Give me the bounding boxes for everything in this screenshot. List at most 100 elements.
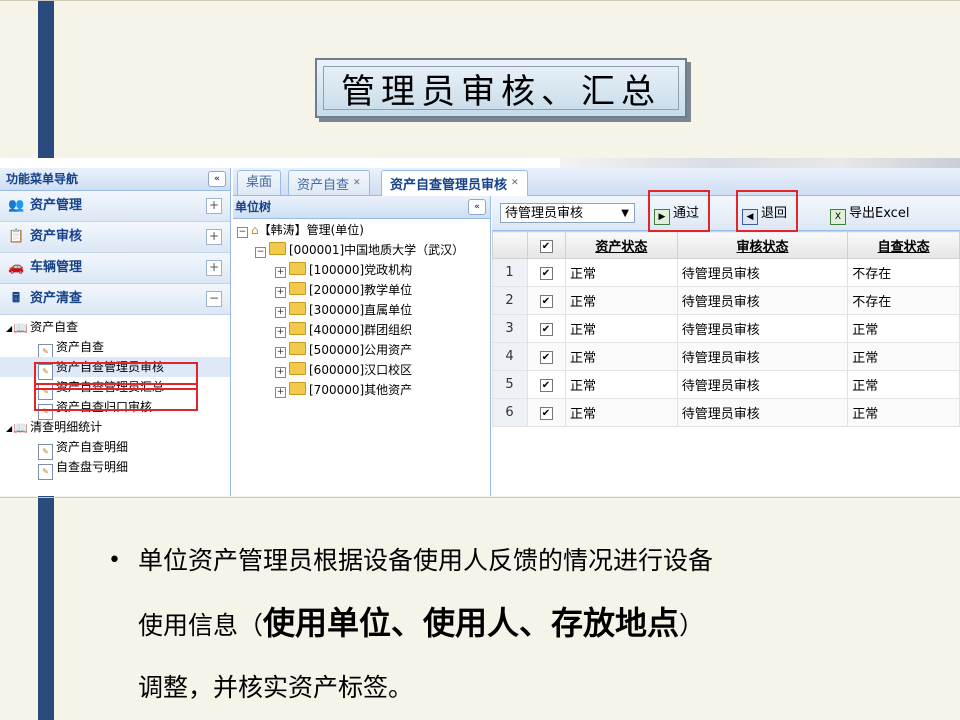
row-number: 6: [492, 398, 528, 427]
unit-label: [400000]群团组织: [309, 323, 413, 337]
col-asset-status[interactable]: 资产状态: [565, 231, 678, 259]
unit-node[interactable]: + [400000]群团组织: [233, 320, 490, 340]
slide-title-box: 管理员审核、汇总: [315, 58, 687, 118]
export-label: 导出Excel: [849, 206, 910, 221]
expand-icon[interactable]: +: [206, 198, 222, 214]
checkbox-checked-icon[interactable]: ✔: [539, 379, 553, 392]
row-checkbox[interactable]: ✔: [527, 258, 566, 287]
book-icon: 📖: [13, 421, 29, 435]
checkbox-checked-icon[interactable]: ✔: [539, 295, 553, 308]
checkbox-checked-icon[interactable]: ✔: [539, 267, 553, 280]
table-row[interactable]: 5 ✔ 正常 待管理员审核 正常: [492, 370, 960, 399]
car-icon: 🚗: [8, 260, 25, 275]
table-row[interactable]: 1 ✔ 正常 待管理员审核 不存在: [492, 258, 960, 287]
slide-divider-top: [0, 0, 960, 1]
checkbox-checked-icon[interactable]: ✔: [539, 239, 553, 253]
table-row[interactable]: 6 ✔ 正常 待管理员审核 正常: [492, 398, 960, 427]
folder-icon: [289, 322, 306, 335]
nav-collapse-button[interactable]: «: [208, 171, 226, 187]
bullet-text-post: ）: [679, 611, 705, 640]
checkbox-checked-icon[interactable]: ✔: [539, 407, 553, 420]
unit-node[interactable]: + [100000]党政机构: [233, 260, 490, 280]
row-number: 4: [492, 342, 528, 371]
tree-item-detail[interactable]: ✎ 资产自查明细: [0, 437, 230, 460]
nav-section-label: 资产审核: [30, 229, 83, 244]
unit-node[interactable]: + [200000]教学单位: [233, 280, 490, 300]
cell-asset-status: 正常: [565, 370, 678, 399]
unit-node[interactable]: + [700000]其他资产: [233, 380, 490, 400]
tab-self-check[interactable]: 资产自查 ✕: [288, 170, 370, 195]
tree-folder-statistics[interactable]: ◢📖 清查明细统计: [0, 417, 230, 437]
bullet-emphasis: 使用单位、使用人、存放地点: [263, 604, 680, 642]
unit-tree-collapse-button[interactable]: «: [468, 199, 486, 215]
expand-icon[interactable]: +: [206, 229, 222, 245]
cell-audit-status: 待管理员审核: [676, 314, 849, 343]
unit-node[interactable]: + [500000]公用资产: [233, 340, 490, 360]
status-filter-select[interactable]: 待管理员审核 ▼: [500, 203, 635, 223]
unit-label: [100000]党政机构: [309, 263, 413, 277]
title-frame: [323, 66, 679, 110]
folder-icon: [289, 382, 306, 395]
bullet-line-2: 使用信息（使用单位、使用人、存放地点）: [108, 592, 908, 657]
minus-icon[interactable]: −: [255, 247, 266, 258]
select-all-header[interactable]: ✔: [527, 231, 566, 259]
close-icon[interactable]: ✕: [511, 178, 519, 188]
bullet-paragraph: • 单位资产管理员根据设备使用人反馈的情况进行设备 使用信息（使用单位、使用人、…: [108, 530, 908, 719]
tab-admin-audit[interactable]: 资产自查管理员审核 ✕: [381, 170, 528, 196]
unit-university[interactable]: − [000001]中国地质大学（武汉）: [233, 240, 490, 260]
tab-desktop[interactable]: 桌面: [237, 170, 282, 195]
bullet-text-pre: 使用信息（: [138, 611, 264, 640]
tree-label: 资产自查: [30, 320, 79, 334]
expander-icon[interactable]: ◢: [6, 324, 12, 333]
plus-icon[interactable]: +: [275, 307, 286, 318]
cell-self-check-status: 正常: [847, 370, 960, 399]
collapse-icon[interactable]: −: [206, 291, 222, 307]
cell-asset-status: 正常: [565, 314, 678, 343]
row-checkbox[interactable]: ✔: [527, 342, 566, 371]
cell-audit-status: 待管理员审核: [676, 342, 849, 371]
expand-icon[interactable]: +: [206, 260, 222, 276]
plus-icon[interactable]: +: [275, 287, 286, 298]
unit-root[interactable]: − ⌂【韩涛】管理(单位): [233, 220, 490, 240]
slide-divider-bottom: [0, 497, 960, 498]
nav-section-asset-audit[interactable]: 📋 资产审核 +: [0, 222, 230, 253]
row-checkbox[interactable]: ✔: [527, 370, 566, 399]
unit-node[interactable]: + [300000]直属单位: [233, 300, 490, 320]
cell-audit-status: 待管理员审核: [676, 398, 849, 427]
nav-section-label: 资产管理: [30, 198, 83, 213]
plus-icon[interactable]: +: [275, 387, 286, 398]
row-checkbox[interactable]: ✔: [527, 398, 566, 427]
nav-header: 功能菜单导航 «: [0, 168, 230, 191]
tab-label: 资产自查: [297, 178, 350, 193]
expander-icon[interactable]: ◢: [6, 424, 12, 433]
col-self-check-status[interactable]: 自查状态: [847, 231, 960, 259]
close-icon[interactable]: ✕: [353, 178, 361, 188]
plus-icon[interactable]: +: [275, 367, 286, 378]
nav-section-asset-management[interactable]: 👥 资产管理 +: [0, 191, 230, 222]
row-checkbox[interactable]: ✔: [527, 286, 566, 315]
col-audit-status[interactable]: 审核状态: [676, 231, 849, 259]
nav-section-vehicle[interactable]: 🚗 车辆管理 +: [0, 253, 230, 284]
plus-icon[interactable]: +: [275, 327, 286, 338]
unit-label: [200000]教学单位: [309, 283, 413, 297]
tree-label: 资产自查: [56, 340, 105, 354]
row-number: 5: [492, 370, 528, 399]
export-excel-button[interactable]: X 导出Excel: [830, 204, 910, 225]
folder-icon: [289, 342, 306, 355]
tree-folder-self-check[interactable]: ◢📖 资产自查: [0, 317, 230, 337]
tree-item-loss-detail[interactable]: ✎ 自查盘亏明细: [0, 457, 230, 480]
plus-icon[interactable]: +: [275, 347, 286, 358]
checkbox-checked-icon[interactable]: ✔: [539, 323, 553, 336]
plus-icon[interactable]: +: [275, 267, 286, 278]
checkbox-checked-icon[interactable]: ✔: [539, 351, 553, 364]
tree-item-self-check[interactable]: ✎ 资产自查: [0, 337, 230, 360]
table-row[interactable]: 2 ✔ 正常 待管理员审核 不存在: [492, 286, 960, 315]
table-row[interactable]: 3 ✔ 正常 待管理员审核 正常: [492, 314, 960, 343]
minus-icon[interactable]: −: [237, 227, 248, 238]
nav-title: 功能菜单导航: [6, 172, 79, 186]
table-row[interactable]: 4 ✔ 正常 待管理员审核 正常: [492, 342, 960, 371]
unit-node[interactable]: + [600000]汉口校区: [233, 360, 490, 380]
unit-label: [300000]直属单位: [309, 303, 413, 317]
nav-section-inventory[interactable]: 🖩 资产清查 −: [0, 284, 230, 315]
row-checkbox[interactable]: ✔: [527, 314, 566, 343]
